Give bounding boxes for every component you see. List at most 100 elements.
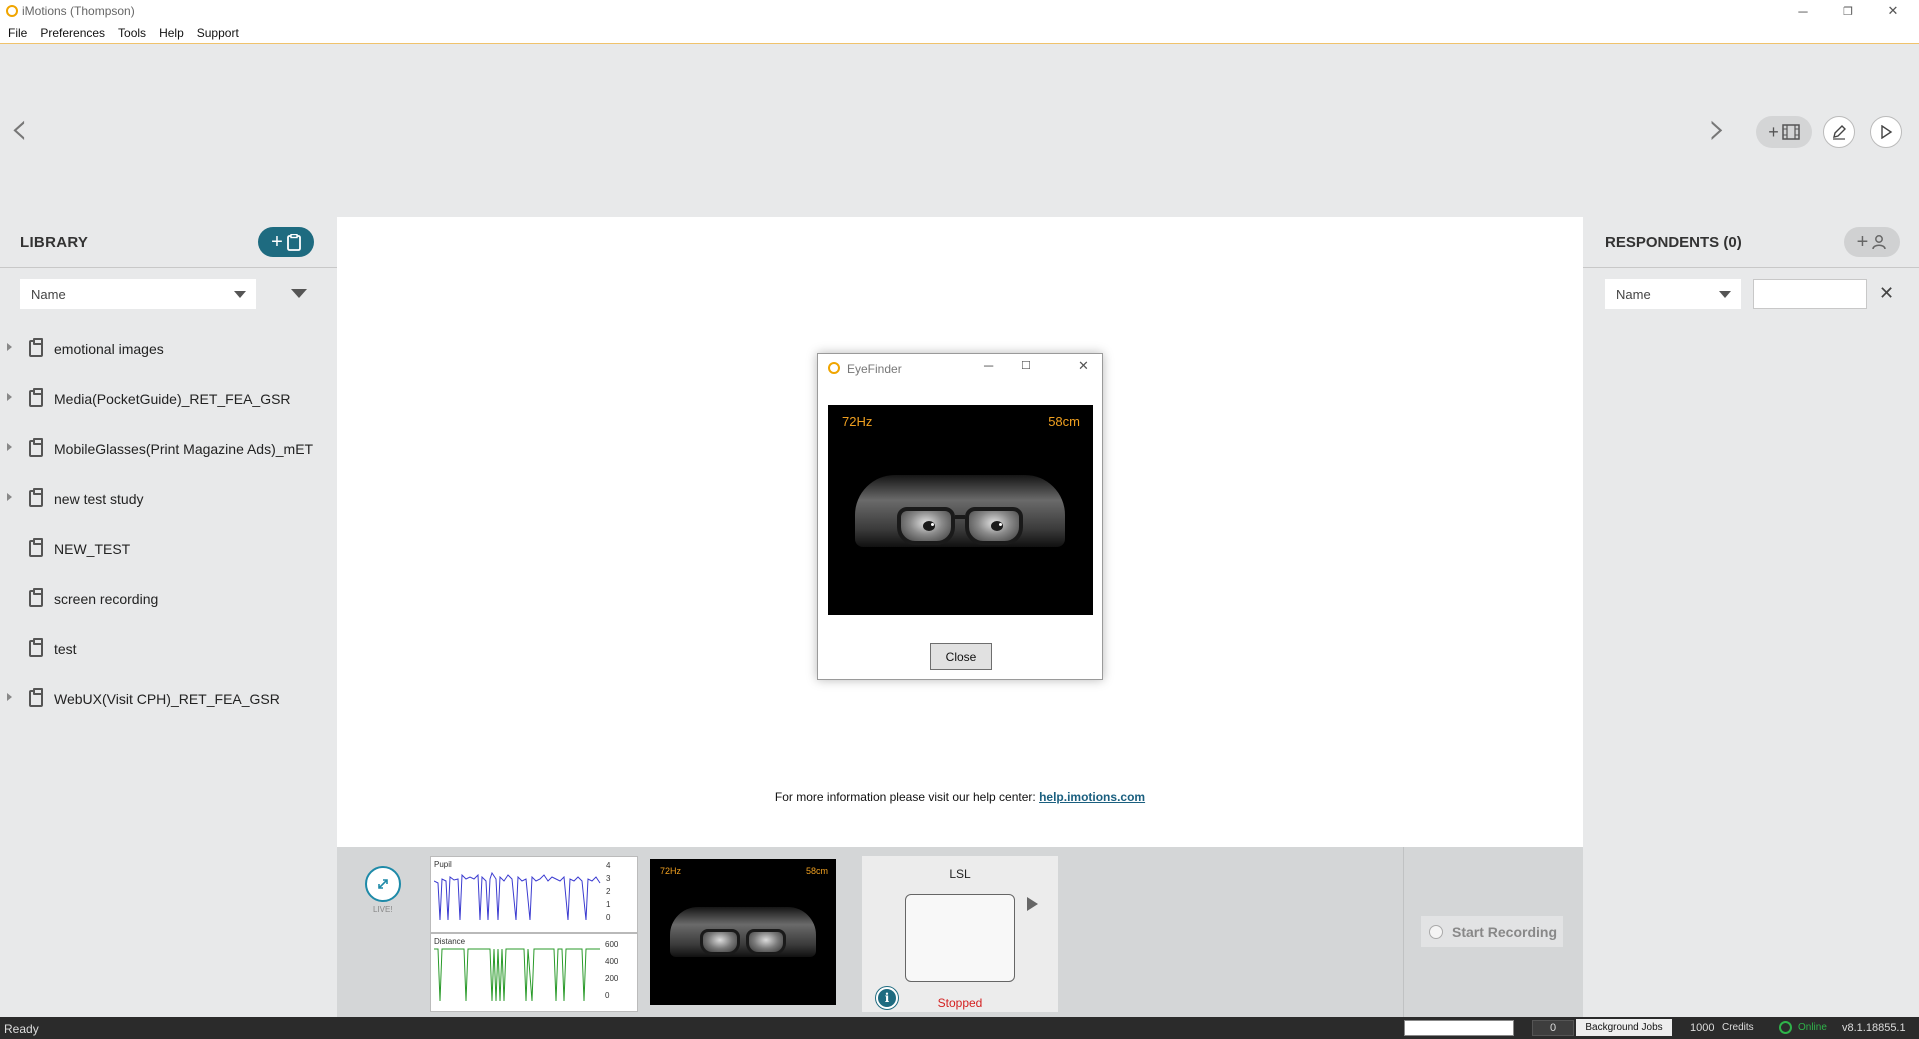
clipboard-icon (29, 438, 43, 457)
dialog-maximize-button[interactable]: ☐ (1021, 359, 1031, 372)
add-stimulus-button[interactable]: + (1756, 116, 1812, 148)
divider (431, 932, 637, 934)
clear-search-icon[interactable]: ✕ (1879, 283, 1894, 304)
list-item[interactable]: emotional images (0, 324, 337, 374)
signal-graphs: Pupil 4 3 2 1 0 Distance 600 400 200 0 (430, 856, 638, 1012)
menu-bar: File Preferences Tools Help Support (0, 22, 1919, 44)
start-recording-button[interactable]: Start Recording (1421, 916, 1563, 947)
previous-arrow-icon[interactable]: ‹ (10, 105, 28, 151)
next-arrow-icon[interactable]: › (1708, 105, 1726, 151)
version-label: v8.1.18855.1 (1842, 1022, 1906, 1034)
respondent-search-input[interactable] (1753, 279, 1867, 309)
record-radio-icon (1429, 924, 1443, 939)
online-status: Online (1798, 1022, 1827, 1033)
menu-support[interactable]: Support (197, 26, 239, 40)
list-item[interactable]: MobileGlasses(Print Magazine Ads)_mET (0, 424, 337, 474)
help-center-link[interactable]: help.imotions.com (1039, 790, 1145, 804)
dialog-title: EyeFinder (847, 362, 902, 376)
distance-tick: 600 (605, 940, 619, 949)
pupil-tick: 0 (606, 913, 611, 922)
face-camera-image (855, 475, 1065, 547)
left-eye (897, 507, 955, 545)
expand-arrow-icon[interactable] (7, 693, 12, 701)
clipboard-icon (29, 488, 43, 507)
study-name: test (54, 641, 77, 657)
menu-tools[interactable]: Tools (118, 26, 146, 40)
list-item[interactable]: Media(PocketGuide)_RET_FEA_GSR (0, 374, 337, 424)
divider (1583, 267, 1919, 268)
sort-value: Name (1616, 286, 1651, 302)
help-text: For more information please visit our he… (774, 790, 1036, 804)
divider (1403, 847, 1404, 1017)
study-name: WebUX(Visit CPH)_RET_FEA_GSR (54, 691, 280, 707)
sampling-frequency: 72Hz (660, 866, 682, 876)
library-title: LIBRARY (20, 234, 89, 251)
face-camera-image (670, 907, 816, 957)
minimize-button[interactable]: ─ (1781, 0, 1825, 22)
expand-arrow-icon[interactable] (7, 443, 12, 451)
credits-label: Credits (1722, 1022, 1754, 1033)
expand-arrow-icon[interactable] (7, 493, 12, 501)
respondent-sort-select[interactable]: Name (1605, 279, 1741, 309)
pencil-icon (1833, 125, 1846, 140)
pupil-trace (434, 871, 601, 921)
pupil-tick: 2 (606, 887, 611, 896)
status-text: Ready (4, 1022, 39, 1036)
app-logo-icon (6, 5, 18, 17)
play-icon[interactable] (1027, 897, 1038, 911)
menu-help[interactable]: Help (159, 26, 184, 40)
clipboard-icon (286, 233, 301, 251)
right-eye (965, 507, 1023, 545)
menu-preferences[interactable]: Preferences (40, 26, 105, 40)
help-center-text: For more information please visit our he… (337, 790, 1583, 804)
pupil-tick: 1 (606, 900, 611, 909)
expand-arrow-icon[interactable] (7, 393, 12, 401)
study-name: emotional images (54, 341, 164, 357)
restore-button[interactable]: ❐ (1826, 0, 1870, 22)
dialog-close-icon[interactable]: ✕ (1078, 358, 1089, 374)
live-monitor-strip: LIVE! Pupil 4 3 2 1 0 Distance 600 400 2… (337, 847, 1583, 1017)
respondents-panel: RESPONDENTS (0) + Name ✕ (1583, 217, 1919, 1017)
clipboard-icon (29, 688, 43, 707)
list-item[interactable]: NEW_TEST (0, 524, 337, 574)
play-icon (1881, 125, 1893, 139)
stimulus-navigation: ‹ › + (0, 45, 1919, 217)
pupil-tick: 4 (606, 861, 611, 870)
eye-tracker-preview[interactable]: 72Hz 58cm (650, 859, 836, 1005)
clipboard-icon (29, 338, 43, 357)
plus-icon: + (1768, 121, 1779, 142)
library-list: emotional images Media(PocketGuide)_RET_… (0, 324, 337, 724)
distance-readout: 58cm (805, 866, 828, 876)
list-item[interactable]: WebUX(Visit CPH)_RET_FEA_GSR (0, 674, 337, 724)
sampling-frequency: 72Hz (842, 414, 873, 429)
list-item[interactable]: screen recording (0, 574, 337, 624)
filter-icon[interactable] (291, 289, 307, 298)
list-item[interactable]: test (0, 624, 337, 674)
play-button[interactable] (1870, 116, 1902, 148)
study-name: NEW_TEST (54, 541, 131, 557)
clipboard-icon (29, 588, 43, 607)
expand-arrow-icon[interactable] (7, 343, 12, 351)
study-name: MobileGlasses(Print Magazine Ads)_mET (54, 441, 314, 457)
menu-file[interactable]: File (8, 26, 27, 40)
lsl-device-panel: LSL i Stopped (862, 856, 1058, 1012)
status-bar: Ready 0 Background Jobs 1000 Credits Onl… (0, 1017, 1919, 1039)
window-title: iMotions (Thompson) (22, 4, 135, 18)
add-respondent-button[interactable]: + (1844, 227, 1900, 257)
divider (0, 267, 337, 268)
chevron-down-icon (234, 291, 246, 298)
lsl-status: Stopped (937, 996, 983, 1010)
edit-button[interactable] (1823, 116, 1855, 148)
close-window-button[interactable]: ✕ (1871, 0, 1915, 22)
add-study-button[interactable]: + (258, 227, 314, 257)
right-eye (746, 929, 786, 955)
live-label: LIVE! (373, 905, 393, 914)
expand-live-view-button[interactable] (365, 866, 401, 902)
background-jobs-button[interactable]: Background Jobs (1576, 1019, 1672, 1036)
lsl-title: LSL (949, 867, 971, 881)
dialog-minimize-button[interactable]: ─ (984, 358, 993, 373)
close-button[interactable]: Close (930, 643, 992, 670)
list-item[interactable]: new test study (0, 474, 337, 524)
background-jobs-count: 0 (1532, 1020, 1574, 1036)
library-sort-select[interactable]: Name (20, 279, 256, 309)
